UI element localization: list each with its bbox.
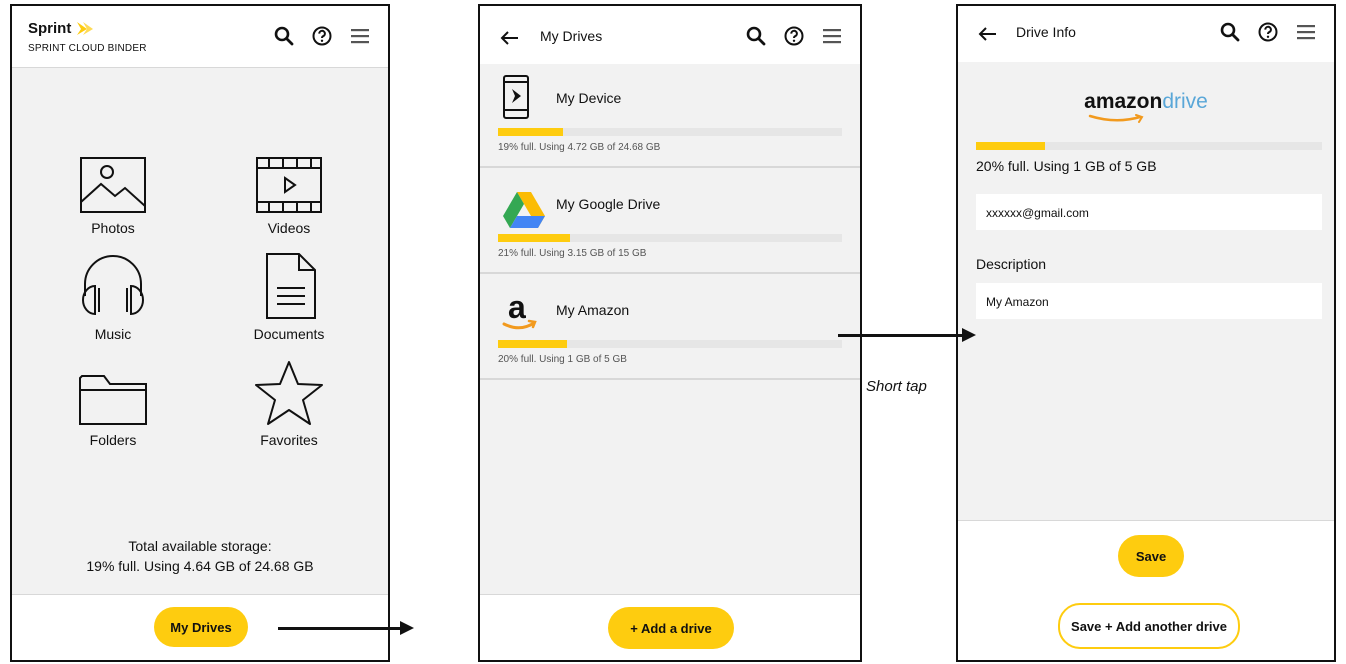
page-title: Drive Info bbox=[1016, 24, 1076, 40]
drive-row-amazon[interactable]: a My Amazon 20% full. Using 1 GB of 5 GB bbox=[480, 276, 860, 380]
drive-usage-bar bbox=[976, 142, 1322, 150]
category-music[interactable]: Music bbox=[58, 250, 168, 342]
home-screen: Sprint SPRINT CLOUD BINDER Photos Videos… bbox=[10, 4, 390, 662]
folder-icon bbox=[79, 375, 147, 425]
category-label: Videos bbox=[267, 220, 311, 236]
search-icon[interactable] bbox=[744, 24, 768, 48]
amazon-smile-icon bbox=[1088, 114, 1144, 123]
document-icon bbox=[266, 253, 316, 319]
logo-amazon-text: amazon bbox=[1084, 90, 1163, 113]
description-field[interactable]: My Amazon bbox=[976, 283, 1322, 319]
drive-info-bottom-bar: Save Save + Add another drive bbox=[958, 520, 1334, 660]
category-label: Photos bbox=[91, 220, 135, 236]
page-title: My Drives bbox=[540, 28, 603, 44]
amazon-drive-logo: amazondrive bbox=[958, 90, 1334, 123]
drive-usage-text: 20% full. Using 1 GB of 5 GB bbox=[498, 354, 627, 365]
phone-icon bbox=[503, 75, 529, 119]
help-icon[interactable] bbox=[1256, 20, 1280, 44]
category-photos[interactable]: Photos bbox=[58, 156, 168, 236]
save-add-drive-button[interactable]: Save + Add another drive bbox=[1058, 603, 1240, 649]
sprint-swoosh-icon bbox=[77, 21, 94, 35]
storage-label: Total available storage: bbox=[128, 538, 272, 554]
drive-row-google[interactable]: My Google Drive 21% full. Using 3.15 GB … bbox=[480, 170, 860, 274]
drive-info-screen: Drive Info amazondrive 20% full. Using 1… bbox=[956, 4, 1336, 662]
home-header: Sprint SPRINT CLOUD BINDER bbox=[12, 6, 388, 68]
save-button[interactable]: Save bbox=[1118, 535, 1184, 577]
help-icon[interactable] bbox=[310, 24, 334, 48]
short-tap-annotation: Short tap bbox=[866, 378, 927, 395]
logo-drive-text: drive bbox=[1162, 90, 1208, 113]
back-arrow-icon[interactable] bbox=[498, 26, 522, 50]
category-favorites[interactable]: Favorites bbox=[234, 360, 344, 448]
drive-name: My Google Drive bbox=[556, 196, 661, 212]
help-icon[interactable] bbox=[782, 24, 806, 48]
drives-header: My Drives bbox=[480, 6, 860, 64]
menu-icon[interactable] bbox=[348, 24, 372, 48]
brand-name: Sprint bbox=[28, 20, 72, 37]
photo-icon bbox=[80, 157, 146, 213]
add-drive-button[interactable]: + Add a drive bbox=[608, 607, 734, 649]
drive-usage-fill bbox=[498, 234, 571, 242]
menu-icon[interactable] bbox=[1294, 20, 1318, 44]
flow-arrow-2 bbox=[838, 328, 976, 342]
drive-usage-bar bbox=[498, 128, 842, 136]
category-label: Favorites bbox=[260, 432, 318, 448]
svg-text:a: a bbox=[508, 290, 526, 325]
app-subtitle: SPRINT CLOUD BINDER bbox=[28, 43, 147, 54]
category-label: Folders bbox=[89, 432, 137, 448]
flow-arrow-1 bbox=[278, 621, 414, 635]
video-icon bbox=[256, 157, 322, 213]
description-label: Description bbox=[976, 256, 1047, 272]
category-label: Music bbox=[94, 326, 132, 342]
drive-name: My Amazon bbox=[556, 302, 630, 318]
category-label: Documents bbox=[253, 326, 325, 342]
headphones-icon bbox=[82, 255, 144, 316]
drive-usage-bar bbox=[498, 234, 842, 242]
my-drives-button[interactable]: My Drives bbox=[154, 607, 248, 647]
drive-usage-fill bbox=[498, 340, 567, 348]
storage-summary: Total available storage: 19% full. Using… bbox=[12, 536, 388, 576]
drive-name: My Device bbox=[556, 90, 622, 106]
search-icon[interactable] bbox=[1218, 20, 1242, 44]
amazon-icon: a bbox=[502, 290, 537, 330]
star-icon bbox=[255, 361, 323, 425]
drive-usage-fill bbox=[498, 128, 564, 136]
search-icon[interactable] bbox=[272, 24, 296, 48]
sprint-logo: Sprint SPRINT CLOUD BINDER bbox=[28, 20, 147, 54]
drive-usage-text: 21% full. Using 3.15 GB of 15 GB bbox=[498, 248, 647, 259]
drive-row-device[interactable]: My Device 19% full. Using 4.72 GB of 24.… bbox=[480, 64, 860, 168]
drive-usage-text: 19% full. Using 4.72 GB of 24.68 GB bbox=[498, 142, 661, 153]
category-documents[interactable]: Documents bbox=[234, 252, 344, 342]
drive-usage-text: 20% full. Using 1 GB of 5 GB bbox=[976, 158, 1157, 174]
drive-usage-bar bbox=[498, 340, 842, 348]
back-arrow-icon[interactable] bbox=[976, 22, 1000, 46]
storage-value: 19% full. Using 4.64 GB of 24.68 GB bbox=[86, 558, 314, 574]
drive-info-header: Drive Info bbox=[958, 6, 1334, 62]
google-drive-icon bbox=[503, 192, 545, 228]
category-videos[interactable]: Videos bbox=[234, 156, 344, 236]
menu-icon[interactable] bbox=[820, 24, 844, 48]
category-folders[interactable]: Folders bbox=[58, 370, 168, 448]
drives-bottom-bar: + Add a drive bbox=[480, 594, 860, 660]
email-field[interactable]: xxxxxx@gmail.com bbox=[976, 194, 1322, 230]
drives-screen: My Drives My Device 19% full. Using 4.72… bbox=[478, 4, 862, 662]
drive-usage-fill bbox=[976, 142, 1046, 150]
